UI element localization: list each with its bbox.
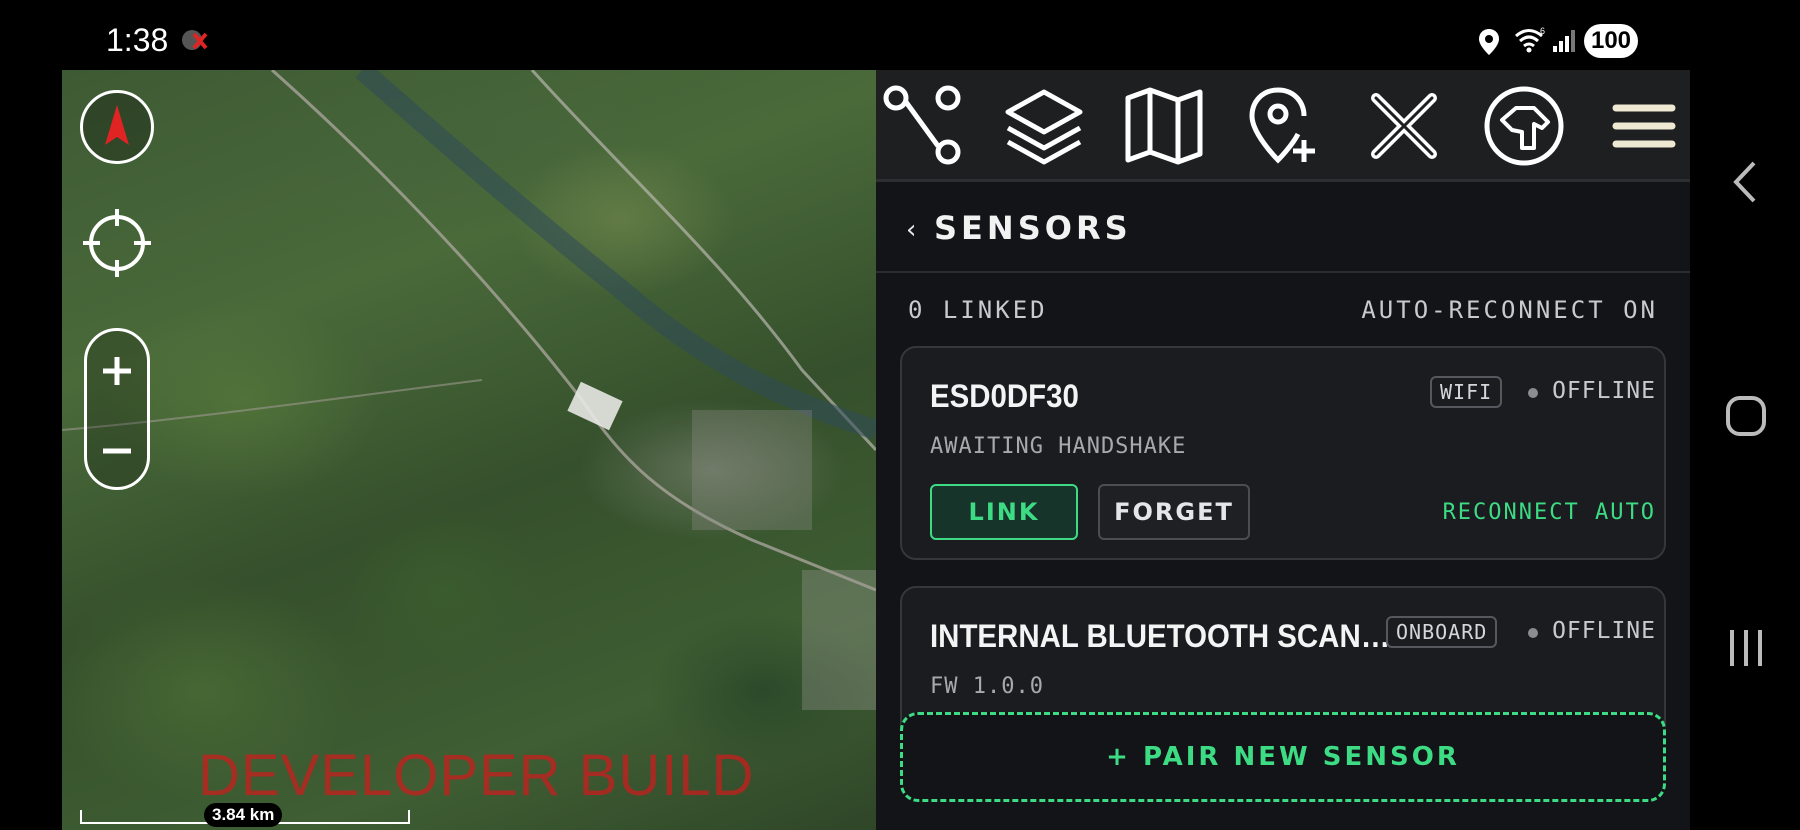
- map-style-button[interactable]: [1116, 78, 1212, 174]
- close-icon: [1371, 93, 1437, 159]
- app-notification-icon: [182, 30, 208, 50]
- sensor-name: ESD0DF30: [930, 378, 1079, 414]
- dog-tracker-button[interactable]: [1476, 78, 1572, 174]
- page-title: SENSORS: [934, 209, 1132, 247]
- locate-button[interactable]: [80, 206, 154, 280]
- zoom-in-button[interactable]: [87, 341, 147, 401]
- signal-icon: [1553, 30, 1575, 52]
- auto-reconnect-status: AUTO-RECONNECT ON: [1361, 296, 1658, 324]
- nav-back-button[interactable]: [1718, 154, 1774, 210]
- status-dot-icon: [1528, 628, 1538, 638]
- sensor-subtitle: AWAITING HANDSHAKE: [930, 434, 1187, 459]
- zoom-out-icon: [103, 448, 131, 454]
- sensor-name: INTERNAL BLUETOOTH SCAN…: [930, 618, 1391, 654]
- sensors-panel: ‹ SENSORS 0 LINKED AUTO-RECONNECT ON ESD…: [876, 70, 1690, 830]
- sensor-card: ESD0DF30 WIFI OFFLINE AWAITING HANDSHAKE…: [900, 346, 1666, 560]
- nav-recents-button[interactable]: [1718, 620, 1774, 676]
- wifi-6-icon: 6: [1515, 26, 1545, 53]
- zoom-out-button[interactable]: [87, 421, 147, 481]
- back-chevron-icon[interactable]: ‹: [906, 215, 916, 245]
- menu-button[interactable]: [1596, 78, 1692, 174]
- svg-text:6: 6: [1540, 26, 1545, 36]
- dog-tracker-icon: [1484, 86, 1564, 166]
- panel-header: ‹ SENSORS: [876, 185, 1690, 273]
- sensor-status: OFFLINE: [1552, 618, 1656, 644]
- recents-icon: [1730, 630, 1762, 666]
- status-time: 1:38: [106, 22, 169, 58]
- pair-new-sensor-button[interactable]: + PAIR NEW SENSOR: [900, 712, 1666, 802]
- map-terrain: [62, 70, 876, 710]
- developer-build-watermark: DEVELOPER BUILD: [198, 743, 755, 808]
- sensor-subtitle: FW 1.0.0: [930, 674, 1044, 699]
- forget-button[interactable]: FORGET: [1098, 484, 1250, 540]
- layers-icon: [1005, 89, 1083, 165]
- locate-icon: [83, 209, 151, 277]
- sensor-type-badge: ONBOARD: [1386, 616, 1498, 648]
- route-button[interactable]: [876, 78, 972, 174]
- zoom-control: [84, 328, 150, 490]
- home-icon: [1726, 396, 1766, 436]
- zoom-in-icon: [103, 357, 131, 385]
- add-pin-icon: [1249, 87, 1315, 164]
- status-bar: 1:38 6 100: [0, 0, 1800, 70]
- system-nav-bar: [1690, 70, 1800, 830]
- back-icon: [1733, 161, 1756, 203]
- status-dot-icon: [1528, 388, 1538, 398]
- location-icon: [1479, 29, 1499, 55]
- map-view[interactable]: DEVELOPER BUILD 3.84 km: [62, 70, 876, 830]
- battery-indicator: 100: [1584, 24, 1638, 58]
- layers-button[interactable]: [996, 78, 1092, 174]
- route-icon: [883, 85, 961, 165]
- linked-count: 0 LINKED: [908, 296, 1048, 324]
- scale-label: 3.84 km: [204, 803, 283, 827]
- menu-icon: [1612, 104, 1676, 148]
- sensor-status: OFFLINE: [1552, 378, 1656, 404]
- close-tool-button[interactable]: [1356, 78, 1452, 174]
- map-icon: [1125, 87, 1203, 165]
- add-pin-button[interactable]: [1236, 78, 1332, 174]
- compass-icon: [105, 105, 129, 145]
- link-button[interactable]: LINK: [930, 484, 1078, 540]
- nav-home-button[interactable]: [1718, 388, 1774, 444]
- sensor-type-badge: WIFI: [1430, 376, 1503, 408]
- compass-button[interactable]: [80, 90, 154, 164]
- reconnect-auto-toggle[interactable]: RECONNECT AUTO: [1443, 500, 1656, 525]
- top-toolbar: [876, 70, 1690, 182]
